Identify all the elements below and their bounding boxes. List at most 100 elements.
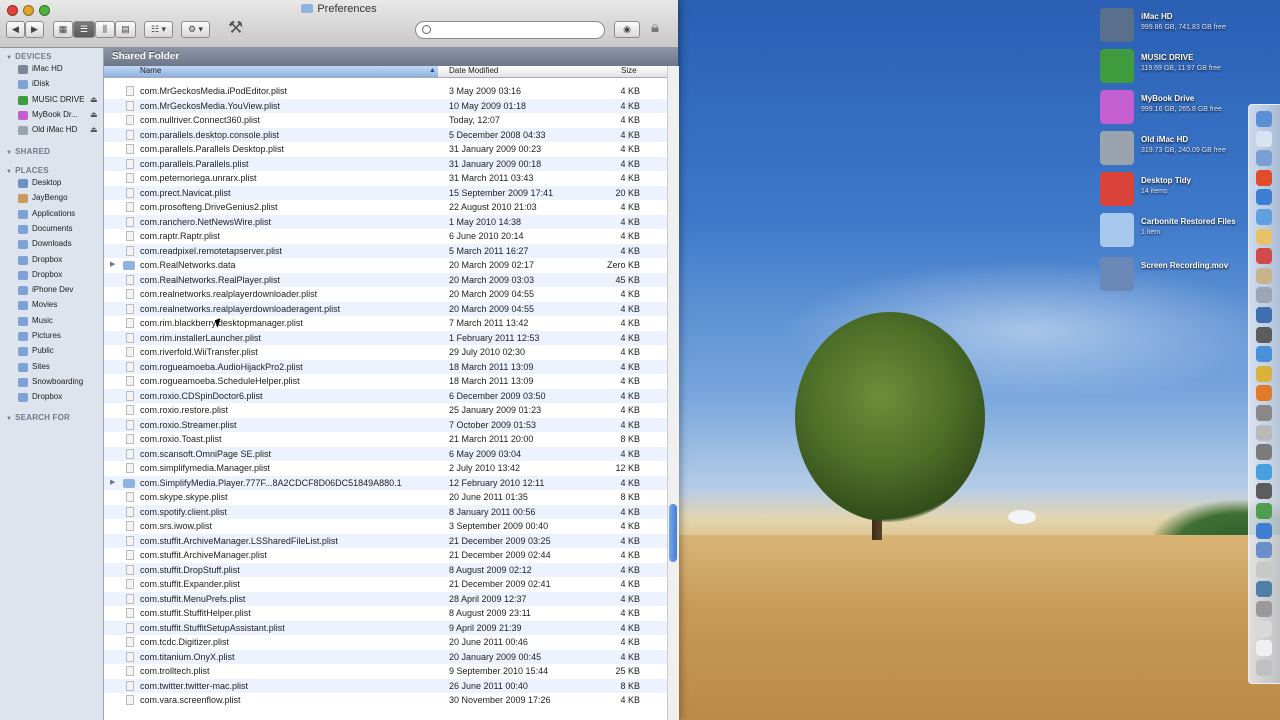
- table-row[interactable]: com.stuffit.StuffitSetupAssistant.plist 9…: [104, 620, 668, 635]
- sidebar-devices-header[interactable]: ▼ DEVICES: [6, 52, 52, 61]
- scroll-thumb[interactable]: [669, 504, 677, 562]
- dock-app-icon[interactable]: [1256, 189, 1272, 206]
- sidebar-item-device[interactable]: iDisk: [18, 78, 102, 92]
- sidebar-item-place[interactable]: Music: [18, 315, 102, 329]
- sidebar-item-place[interactable]: iPhone Dev: [18, 284, 102, 298]
- dock-app-icon[interactable]: [1256, 424, 1272, 441]
- sidebar-item-device[interactable]: MyBook Dr... ⏏: [18, 109, 102, 123]
- table-row[interactable]: com.realnetworks.realplayerdownloader.pl…: [104, 287, 668, 302]
- view-icons-button[interactable]: ▦: [53, 21, 73, 38]
- table-row[interactable]: com.MrGeckosMedia.iPodEditor.plist 3 May …: [104, 84, 668, 99]
- table-row[interactable]: com.rogueamoeba.ScheduleHelper.plist 18 M…: [104, 374, 668, 389]
- eject-icon[interactable]: ⏏: [90, 95, 98, 104]
- table-row[interactable]: com.stuffit.MenuPrefs.plist 28 April 2009…: [104, 591, 668, 606]
- sidebar-item-device[interactable]: Old iMac HD ⏏: [18, 124, 102, 138]
- table-row[interactable]: com.twitter.twitter-mac.plist 26 June 201…: [104, 678, 668, 693]
- dock-app-icon[interactable]: [1256, 385, 1272, 402]
- tools-icon[interactable]: ⚒: [228, 18, 243, 38]
- column-size[interactable]: Size: [621, 66, 637, 77]
- table-row[interactable]: com.skype.skype.plist 20 June 2011 01:35 8…: [104, 490, 668, 505]
- disclosure-triangle-icon[interactable]: ▼: [6, 169, 12, 175]
- dock-app-icon[interactable]: [1256, 150, 1272, 167]
- desktop-item[interactable]: iMac HD 999.86 GB, 741.83 GB free: [1100, 8, 1275, 48]
- sidebar-item-place[interactable]: Dropbox: [18, 269, 102, 283]
- column-date-modified[interactable]: Date Modified: [449, 66, 498, 77]
- dock-app-icon[interactable]: [1256, 561, 1272, 578]
- sidebar-item-device[interactable]: MUSIC DRIVE ⏏: [18, 94, 102, 108]
- table-row[interactable]: com.trolltech.plist 9 September 2010 15:4…: [104, 664, 668, 679]
- sidebar-item-place[interactable]: Dropbox: [18, 254, 102, 268]
- table-row[interactable]: com.parallels.Parallels.plist 31 January …: [104, 156, 668, 171]
- table-row[interactable]: com.RealNetworks.RealPlayer.plist 20 Marc…: [104, 272, 668, 287]
- dock-app-icon[interactable]: [1256, 267, 1272, 284]
- sidebar-item-place[interactable]: Sites: [18, 361, 102, 375]
- dock-app-icon[interactable]: [1256, 601, 1272, 617]
- disclosure-triangle-icon[interactable]: ▶: [110, 260, 115, 268]
- table-row[interactable]: com.riverfold.WiiTransfer.plist 29 July 2…: [104, 345, 668, 360]
- table-row[interactable]: com.rim.blackberry.desktopmanager.plist 7…: [104, 316, 668, 331]
- sidebar-item-place[interactable]: Downloads: [18, 238, 102, 252]
- table-row[interactable]: com.roxio.Toast.plist 21 March 2011 20:00…: [104, 432, 668, 447]
- sidebar-item-place[interactable]: Dropbox: [18, 391, 102, 405]
- eject-icon[interactable]: ⏏: [90, 125, 98, 134]
- sidebar-item-place[interactable]: Applications: [18, 208, 102, 222]
- table-row[interactable]: com.titanium.OnyX.plist 20 January 2009 0…: [104, 649, 668, 664]
- action-menu-button[interactable]: ⚙ ▾: [181, 21, 210, 38]
- disclosure-triangle-icon[interactable]: ▶: [110, 478, 115, 486]
- table-row[interactable]: com.parallels.desktop.console.plist 5 Dec…: [104, 127, 668, 142]
- table-row[interactable]: ▶ com.SimplifyMedia.Player.777F...8A2CDCF…: [104, 475, 668, 490]
- table-row[interactable]: com.prosofteng.DriveGenius2.plist 22 Augu…: [104, 200, 668, 215]
- table-row[interactable]: com.tcdc.Digitizer.plist 20 June 2011 00:…: [104, 635, 668, 650]
- search-field[interactable]: [415, 21, 605, 39]
- dock-app-icon[interactable]: [1256, 130, 1272, 147]
- dock-app-icon[interactable]: [1256, 503, 1272, 519]
- table-row[interactable]: com.vara.screenflow.plist 30 November 200…: [104, 693, 668, 708]
- dock-app-icon[interactable]: [1256, 659, 1272, 676]
- back-button[interactable]: ◀: [6, 21, 25, 38]
- table-row[interactable]: com.srs.iwow.plist 3 September 2009 00:40…: [104, 519, 668, 534]
- view-columns-button[interactable]: ⫼: [95, 21, 115, 38]
- view-coverflow-button[interactable]: ▤: [115, 21, 136, 38]
- sidebar-item-place[interactable]: Snowboarding: [18, 376, 102, 390]
- table-row[interactable]: com.rim.installerLauncher.plist 1 Februar…: [104, 330, 668, 345]
- forward-button[interactable]: ▶: [25, 21, 44, 38]
- table-row[interactable]: com.roxio.Streamer.plist 7 October 2009 0…: [104, 417, 668, 432]
- dock-app-icon[interactable]: [1256, 209, 1272, 225]
- table-row[interactable]: com.stuffit.Expander.plist 21 December 20…: [104, 577, 668, 592]
- table-row[interactable]: com.rogueamoeba.AudioHijackPro2.plist 18 …: [104, 359, 668, 374]
- dock-app-icon[interactable]: [1256, 365, 1272, 382]
- dock-app-icon[interactable]: [1256, 169, 1272, 186]
- table-row[interactable]: com.readpixel.remotetapserver.plist 5 Mar…: [104, 243, 668, 258]
- table-row[interactable]: ▶ com.RealNetworks.data 20 March 2009 02:1…: [104, 258, 668, 273]
- dock-app-icon[interactable]: [1256, 522, 1272, 539]
- dock-app-icon[interactable]: [1256, 444, 1272, 461]
- disclosure-triangle-icon[interactable]: ▼: [6, 416, 12, 422]
- sidebar-item-place[interactable]: Public: [18, 345, 102, 359]
- vertical-scrollbar[interactable]: [667, 66, 679, 720]
- dock-app-icon[interactable]: [1256, 111, 1272, 127]
- table-row[interactable]: com.prect.Navicat.plist 15 September 2009…: [104, 185, 668, 200]
- sidebar-item-place[interactable]: JayBengo: [18, 192, 102, 206]
- table-row[interactable]: com.stuffit.ArchiveManager.plist 21 Decem…: [104, 548, 668, 563]
- sidebar-item-place[interactable]: Pictures: [18, 330, 102, 344]
- dock-app-icon[interactable]: [1256, 248, 1272, 265]
- table-row[interactable]: com.MrGeckosMedia.YouView.plist 10 May 20…: [104, 98, 668, 113]
- dock-app-icon[interactable]: [1256, 346, 1272, 363]
- dock-app-icon[interactable]: [1256, 620, 1272, 637]
- dock-app-icon[interactable]: [1256, 463, 1272, 480]
- sidebar-item-place[interactable]: Movies: [18, 299, 102, 313]
- sidebar-places-header[interactable]: ▼ PLACES: [6, 166, 49, 175]
- table-row[interactable]: com.scansoft.OmniPage SE.plist 6 May 2009…: [104, 446, 668, 461]
- table-row[interactable]: com.realnetworks.realplayerdownloaderage…: [104, 301, 668, 316]
- table-row[interactable]: com.nullriver.Connect360.plist Today, 12:…: [104, 113, 668, 128]
- disclosure-triangle-icon[interactable]: ▼: [6, 55, 12, 61]
- quick-look-button[interactable]: ◉: [614, 21, 640, 38]
- table-row[interactable]: com.parallels.Parallels Desktop.plist 31 …: [104, 142, 668, 157]
- sidebar-item-place[interactable]: Documents: [18, 223, 102, 237]
- arrange-button[interactable]: ☷ ▾: [144, 21, 173, 38]
- table-row[interactable]: com.simplifymedia.Manager.plist 2 July 20…: [104, 461, 668, 476]
- sidebar-search-header[interactable]: ▼ SEARCH FOR: [6, 413, 70, 422]
- sidebar-item-device[interactable]: iMac HD: [18, 63, 102, 77]
- dock-app-icon[interactable]: [1256, 307, 1272, 323]
- disclosure-triangle-icon[interactable]: ▼: [6, 150, 12, 156]
